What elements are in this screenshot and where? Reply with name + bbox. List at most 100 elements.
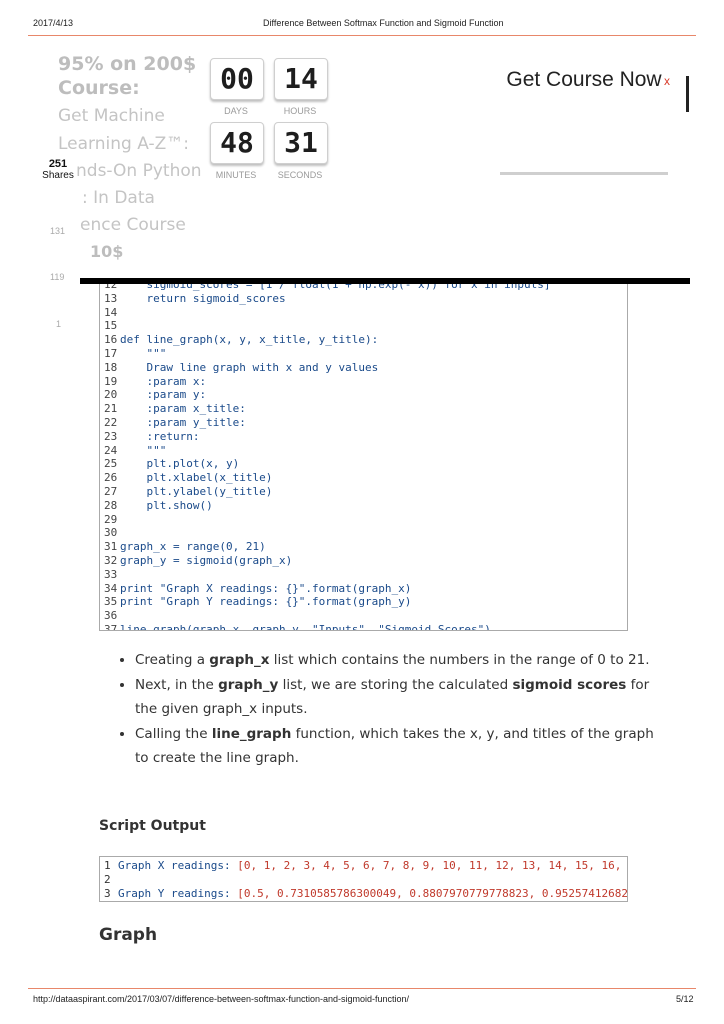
code-text: plt.plot(x, y) [120, 457, 240, 471]
bullet-text: list which contains the numbers in the r… [269, 652, 650, 668]
line-number: 14 [104, 305, 118, 319]
code-line: 24 """ [104, 444, 166, 458]
page-number: 5/12 [676, 994, 694, 1004]
get-course-button[interactable]: Get Course Now [500, 64, 668, 175]
code-line: 36 [104, 609, 120, 623]
footer-rule [28, 988, 696, 989]
countdown-seconds-label: SECONDS [277, 170, 323, 180]
line-number: 23 [104, 429, 118, 443]
code-text: print "Graph Y readings: {}".format(grap… [120, 595, 412, 609]
code-line: 23 :return: [104, 430, 199, 444]
code-text: graph_y = sigmoid(graph_x) [120, 554, 293, 567]
line-number: 21 [104, 402, 118, 416]
share-count-item: 1 [56, 319, 62, 329]
output-values: [0, 1, 2, 3, 4, 5, 6, 7, 8, 9, 10, 11, 1… [237, 859, 622, 872]
countdown-days-label: DAYS [224, 106, 248, 116]
line-number: 31 [104, 540, 118, 554]
code-line: 35 print "Graph Y readings: {}".format(gr… [104, 595, 411, 609]
code-text: :param y_title: [120, 416, 246, 429]
line-number: 2 [104, 872, 111, 886]
code-text: print "Graph X readings: {}".format(grap… [120, 581, 412, 595]
code-text: :param x: [120, 374, 207, 388]
code-line: 18 Draw line graph with x and y values [104, 361, 378, 375]
code-line: 19 :param x: [104, 375, 206, 389]
line-number: 17 [104, 347, 118, 360]
promo-line: Get Machine [58, 106, 165, 126]
bullet-item: Creating a graph_x list which contains t… [135, 648, 655, 673]
share-counter[interactable]: 251 Shares [40, 158, 76, 181]
code-text: def line_graph(x, y, x_title, y_title): [120, 333, 379, 347]
code-text: :param y: [120, 388, 207, 402]
code-line: 22 :param y_title: [104, 416, 246, 430]
line-number: 19 [104, 374, 118, 388]
promo-line: nds-On Python [76, 161, 202, 181]
code-line: 33 [104, 568, 120, 582]
print-date: 2017/4/13 [33, 18, 74, 28]
footer-url: http://dataaspirant.com/2017/03/07/diffe… [33, 994, 410, 1004]
code-line: 37 line_graph(graph_x, graph_y, "Inputs",… [104, 623, 491, 631]
overlay-bar [80, 278, 690, 284]
line-number: 20 [104, 388, 118, 402]
code-line: 32 graph_y = sigmoid(graph_x) [104, 554, 292, 568]
code-line: 13 return sigmoid_scores [104, 292, 286, 306]
output-label: Graph Y readings: [118, 886, 238, 900]
bold-term: sigmoid scores [512, 676, 627, 693]
line-number: 25 [104, 457, 118, 471]
line-number: 18 [104, 360, 118, 374]
code-line: 21 :param x_title: [104, 402, 246, 416]
countdown-minutes: 48 [210, 122, 264, 164]
script-output-block: 1 Graph X readings: [0, 1, 2, 3, 4, 5, 6,… [99, 856, 628, 902]
line-number: 32 [104, 554, 118, 567]
code-line: 27 plt.ylabel(y_title) [104, 485, 272, 499]
line-number: 37 [104, 623, 118, 631]
code-line: 30 [104, 526, 120, 540]
code-line: 15 [104, 319, 120, 333]
promo-line: ence Course [80, 215, 186, 235]
output-line: 1 Graph X readings: [0, 1, 2, 3, 4, 5, 6,… [104, 859, 621, 873]
line-number: 34 [104, 581, 118, 595]
code-line: 26 plt.xlabel(x_title) [104, 471, 272, 485]
share-count-item: 131 [50, 226, 66, 236]
bullet-text: Creating a [135, 652, 210, 668]
close-icon[interactable]: x [664, 74, 670, 88]
code-text: """ [120, 347, 167, 360]
line-number: 24 [104, 443, 118, 457]
promo-line: : In Data [82, 188, 155, 208]
line-number: 30 [104, 526, 118, 540]
output-line: 3 Graph Y readings: [0.5, 0.7310585786300… [104, 886, 628, 901]
code-text: graph_x = range(0, 21) [120, 540, 266, 554]
line-number: 22 [104, 416, 118, 429]
line-number: 15 [104, 319, 118, 333]
code-text: plt.xlabel(x_title) [120, 471, 273, 485]
code-text: plt.ylabel(y_title) [120, 485, 273, 498]
share-label: Shares [42, 170, 74, 181]
bullet-item: Next, in the graph_y list, we are storin… [135, 673, 655, 722]
code-line: 31 graph_x = range(0, 21) [104, 540, 266, 554]
print-title: Difference Between Softmax Function and … [263, 18, 504, 28]
header-rule [28, 35, 696, 36]
promo-title: 95% on 200$ Course: [58, 53, 197, 99]
code-block: 12 sigmoid_scores = [1 / float(1 + np.ex… [99, 282, 628, 631]
code-line: 29 [104, 513, 120, 527]
countdown-seconds: 31 [274, 122, 328, 164]
code-line: 17 """ [104, 347, 166, 361]
code-text: :param x_title: [120, 402, 246, 416]
output-line: 2 [104, 873, 118, 887]
scrollbar-edge [686, 76, 689, 112]
countdown-hours-label: HOURS [283, 106, 317, 116]
line-number: 13 [104, 291, 118, 305]
countdown-days: 00 [210, 58, 264, 100]
code-line: 34 print "Graph X readings: {}".format(gr… [104, 582, 411, 596]
bullet-list: Creating a graph_x list which contains t… [117, 648, 655, 771]
script-output-heading: Script Output [99, 818, 206, 834]
bullet-text: Calling the [135, 725, 212, 742]
bold-term: graph_x [209, 652, 270, 668]
output-values: [0.5, 0.7310585786300049, 0.880797077977… [237, 886, 628, 900]
code-text: line_graph(graph_x, graph_y, "Inputs", "… [120, 623, 491, 631]
code-text: """ [120, 443, 167, 457]
line-number: 35 [104, 595, 118, 609]
code-line: 28 plt.show() [104, 499, 213, 513]
share-count-item: 119 [50, 272, 65, 282]
line-number: 3 [104, 886, 111, 900]
share-count: 251 [48, 158, 68, 170]
